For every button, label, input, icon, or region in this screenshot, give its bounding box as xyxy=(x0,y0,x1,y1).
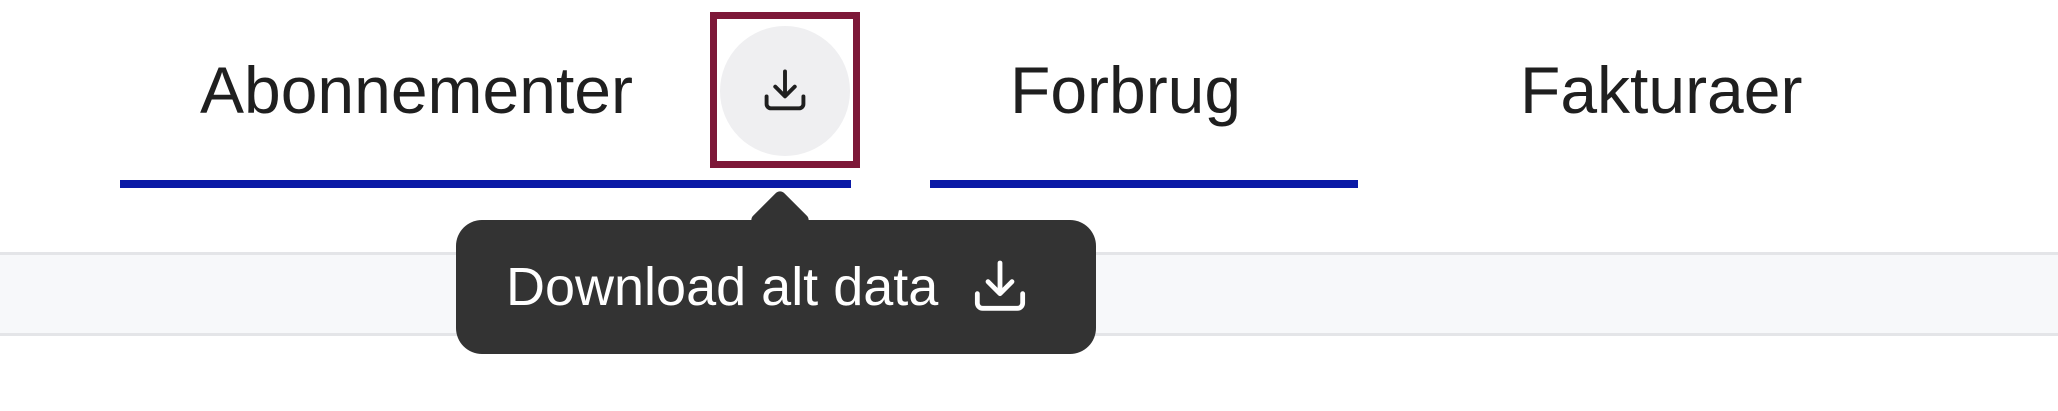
tooltip: Download alt data xyxy=(456,220,1096,354)
tab-fakturaer[interactable]: Fakturaer xyxy=(1450,0,1900,190)
active-tab-indicator xyxy=(120,180,851,188)
download-icon xyxy=(968,255,1032,319)
tab-page: Abonnementer Forbrug Fakturaer Download … xyxy=(0,0,2058,411)
tooltip-text: Download alt data xyxy=(506,257,939,317)
tab-label[interactable]: Abonnementer xyxy=(200,50,633,130)
download-icon xyxy=(764,69,806,111)
active-tab-indicator xyxy=(930,180,1358,188)
tab-forbrug[interactable]: Forbrug xyxy=(920,0,1370,190)
tab-label[interactable]: Forbrug xyxy=(1010,50,1241,130)
tab-label[interactable]: Fakturaer xyxy=(1520,50,1802,130)
download-button[interactable] xyxy=(720,26,850,156)
